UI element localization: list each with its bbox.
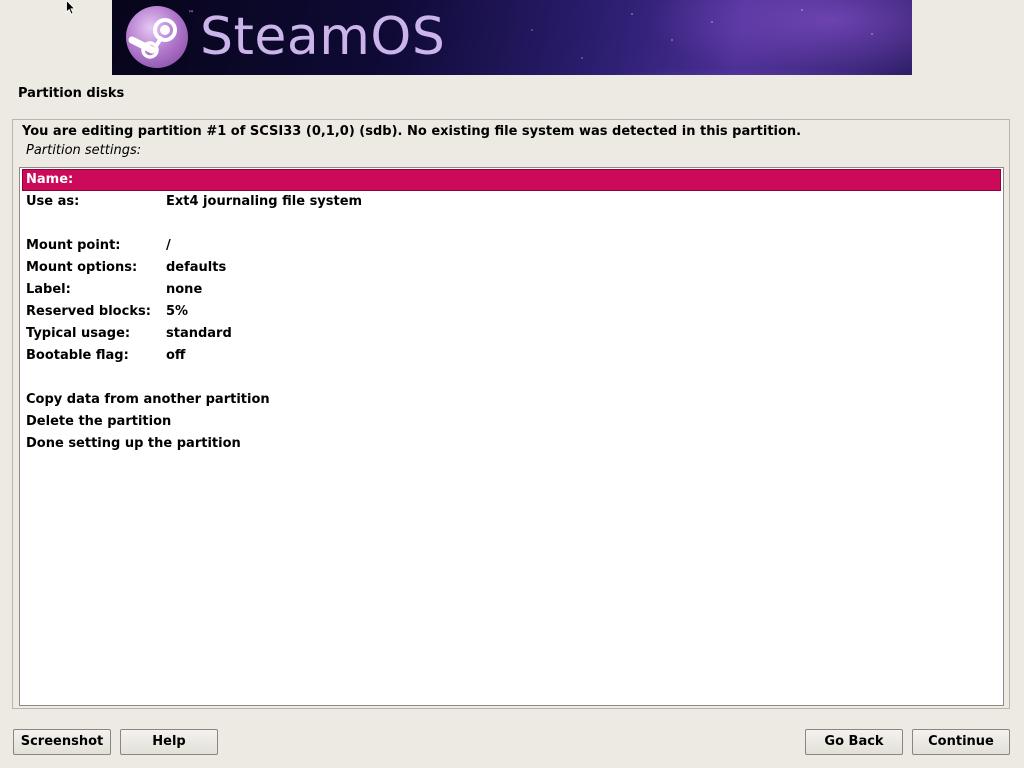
list-item-name[interactable]: Name: xyxy=(22,169,1001,191)
installer-window: ™ SteamOS Partition disks You are editin… xyxy=(0,0,1024,768)
screenshot-button[interactable]: Screenshot xyxy=(13,729,111,755)
setting-label: Use as: xyxy=(26,194,80,209)
list-item-reserved-blocks[interactable]: Reserved blocks: 5% xyxy=(22,301,1001,323)
setting-value: / xyxy=(166,238,171,253)
page-title: Partition disks xyxy=(18,86,125,101)
partition-settings-list[interactable]: Name: Use as: Ext4 journaling file syste… xyxy=(19,167,1004,706)
setting-label: Name: xyxy=(26,172,74,187)
setting-value: standard xyxy=(166,326,232,341)
brand-wordmark: SteamOS xyxy=(200,7,446,67)
list-item-typical-usage[interactable]: Typical usage: standard xyxy=(22,323,1001,345)
setting-label: Mount point: xyxy=(26,238,121,253)
steamos-banner: ™ SteamOS xyxy=(112,0,912,75)
list-item-done[interactable]: Done setting up the partition xyxy=(22,433,1001,455)
setting-value: off xyxy=(166,348,186,363)
setting-label: Reserved blocks: xyxy=(26,304,151,319)
setting-value: defaults xyxy=(166,260,227,275)
setting-label: Typical usage: xyxy=(26,326,131,341)
list-item-bootable-flag[interactable]: Bootable flag: off xyxy=(22,345,1001,367)
action-label: Done setting up the partition xyxy=(26,436,241,451)
list-item-mount-point[interactable]: Mount point: / xyxy=(22,235,1001,257)
list-item-use-as[interactable]: Use as: Ext4 journaling file system xyxy=(22,191,1001,213)
go-back-button[interactable]: Go Back xyxy=(805,729,903,755)
setting-value: none xyxy=(166,282,203,297)
help-button[interactable]: Help xyxy=(120,729,218,755)
steam-logo-icon xyxy=(126,6,188,68)
action-label: Copy data from another partition xyxy=(26,392,270,407)
setting-label: Label: xyxy=(26,282,71,297)
list-item-label[interactable]: Label: none xyxy=(22,279,1001,301)
setting-value: 5% xyxy=(166,304,189,319)
list-item-mount-options[interactable]: Mount options: defaults xyxy=(22,257,1001,279)
trademark-mark: ™ xyxy=(188,10,194,17)
setting-value: Ext4 journaling file system xyxy=(166,194,363,209)
setting-label: Bootable flag: xyxy=(26,348,129,363)
mouse-pointer-icon xyxy=(66,0,76,15)
list-item-delete-partition[interactable]: Delete the partition xyxy=(22,411,1001,433)
setting-label: Mount options: xyxy=(26,260,138,275)
partition-settings-caption: Partition settings: xyxy=(26,143,142,158)
list-item-copy-data[interactable]: Copy data from another partition xyxy=(22,389,1001,411)
continue-button[interactable]: Continue xyxy=(912,729,1010,755)
partition-description: You are editing partition #1 of SCSI33 (… xyxy=(22,124,802,139)
action-label: Delete the partition xyxy=(26,414,172,429)
